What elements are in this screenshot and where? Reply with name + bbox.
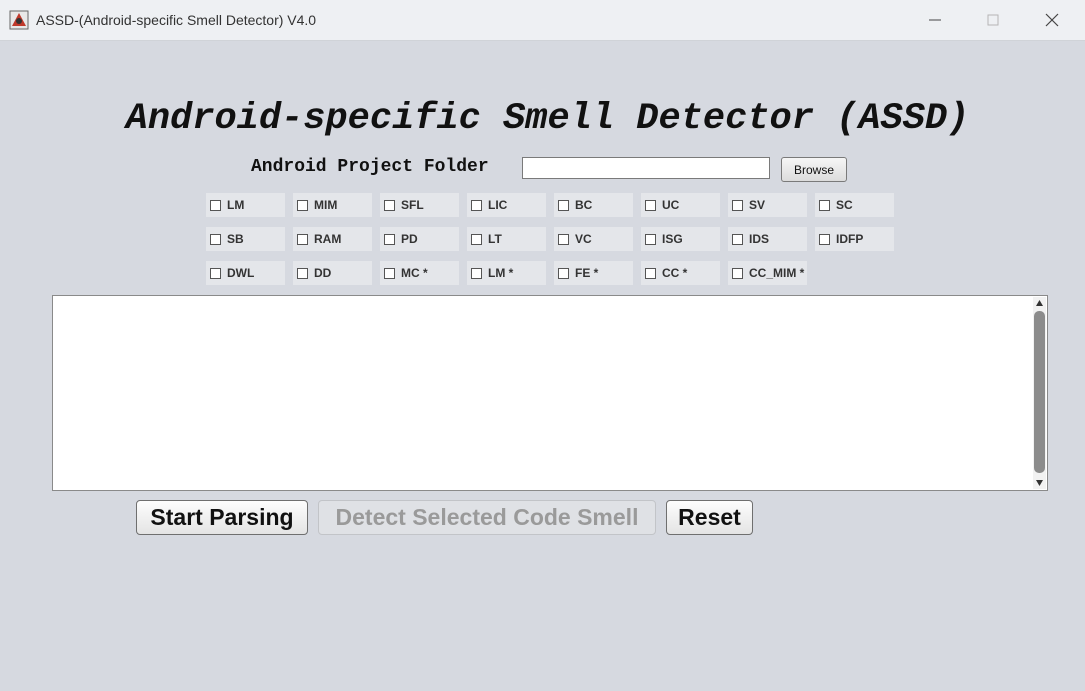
checkbox-label: LIC <box>488 198 508 212</box>
smell-checkbox[interactable]: RAM <box>293 227 372 251</box>
checkbox-box[interactable] <box>471 233 482 245</box>
checkbox-box[interactable] <box>819 233 830 245</box>
smell-checkbox[interactable]: DWL <box>206 261 285 285</box>
scroll-up-icon[interactable] <box>1035 299 1044 307</box>
checkbox-label: FE * <box>575 266 599 280</box>
checkbox-label: SC <box>836 198 853 212</box>
minimize-icon[interactable] <box>923 8 947 32</box>
project-folder-input[interactable] <box>522 157 770 179</box>
checkbox-label: CC_MIM * <box>749 266 805 280</box>
smell-checkbox[interactable]: BC <box>554 193 633 217</box>
checkbox-box[interactable] <box>819 199 830 211</box>
smell-checkbox[interactable]: IDFP <box>815 227 894 251</box>
smell-checkbox[interactable]: SB <box>206 227 285 251</box>
checkbox-box[interactable] <box>732 267 743 279</box>
checkbox-label: SFL <box>401 198 424 212</box>
smell-checkbox[interactable]: ISG <box>641 227 720 251</box>
checkbox-label: MC * <box>401 266 428 280</box>
smell-checkbox[interactable]: LIC <box>467 193 546 217</box>
checkbox-box[interactable] <box>384 267 395 279</box>
vertical-scrollbar[interactable] <box>1033 297 1046 489</box>
smell-checkbox[interactable]: VC <box>554 227 633 251</box>
title-bar: ASSD-(Android-specific Smell Detector) V… <box>0 0 1085 41</box>
android-app-icon <box>9 10 29 30</box>
checkbox-label: DWL <box>227 266 255 280</box>
checkbox-label: DD <box>314 266 332 280</box>
checkbox-box[interactable] <box>471 199 482 211</box>
reset-button[interactable]: Reset <box>666 500 753 535</box>
checkbox-label: IDS <box>749 232 770 246</box>
checkbox-box[interactable] <box>297 199 308 211</box>
checkbox-box[interactable] <box>732 199 743 211</box>
checkbox-box[interactable] <box>558 199 569 211</box>
smell-checkbox[interactable]: SV <box>728 193 807 217</box>
scroll-down-icon[interactable] <box>1035 479 1044 487</box>
smell-checkbox[interactable]: LT <box>467 227 546 251</box>
checkbox-box[interactable] <box>384 199 395 211</box>
smell-checkbox[interactable]: LM * <box>467 261 546 285</box>
smell-checkbox[interactable]: CC_MIM * <box>728 261 807 285</box>
smell-checkbox[interactable]: FE * <box>554 261 633 285</box>
smell-checkbox[interactable]: MIM <box>293 193 372 217</box>
output-text-area[interactable] <box>52 295 1048 491</box>
maximize-icon[interactable] <box>981 8 1005 32</box>
smell-checkbox[interactable]: SC <box>815 193 894 217</box>
project-folder-label: Android Project Folder <box>251 157 489 177</box>
browse-button[interactable]: Browse <box>781 157 847 182</box>
checkbox-label: LM * <box>488 266 514 280</box>
checkbox-box[interactable] <box>210 267 221 279</box>
start-parsing-button[interactable]: Start Parsing <box>136 500 308 535</box>
window-title: ASSD-(Android-specific Smell Detector) V… <box>36 12 317 28</box>
checkbox-label: VC <box>575 232 592 246</box>
checkbox-label: UC <box>662 198 680 212</box>
smell-checkbox[interactable]: PD <box>380 227 459 251</box>
smell-checkbox[interactable]: LM <box>206 193 285 217</box>
close-icon[interactable] <box>1040 8 1064 32</box>
checkbox-label: ISG <box>662 232 683 246</box>
scrollbar-thumb[interactable] <box>1034 311 1045 473</box>
smell-checkbox[interactable]: UC <box>641 193 720 217</box>
checkbox-label: SB <box>227 232 244 246</box>
checkbox-box[interactable] <box>297 267 308 279</box>
smell-checkbox[interactable]: DD <box>293 261 372 285</box>
checkbox-label: MIM <box>314 198 338 212</box>
checkbox-box[interactable] <box>384 233 395 245</box>
page-title: Android-specific Smell Detector (ASSD) <box>125 98 970 140</box>
checkbox-box[interactable] <box>732 233 743 245</box>
smell-checkbox[interactable]: IDS <box>728 227 807 251</box>
checkbox-box[interactable] <box>558 233 569 245</box>
checkbox-box[interactable] <box>471 267 482 279</box>
smell-checkbox[interactable]: MC * <box>380 261 459 285</box>
checkbox-box[interactable] <box>558 267 569 279</box>
checkbox-box[interactable] <box>210 199 221 211</box>
checkbox-box[interactable] <box>645 233 656 245</box>
smell-checkbox[interactable]: CC * <box>641 261 720 285</box>
checkbox-label: LM <box>227 198 245 212</box>
checkbox-label: PD <box>401 232 418 246</box>
checkbox-label: IDFP <box>836 232 864 246</box>
checkbox-label: RAM <box>314 232 342 246</box>
checkbox-box[interactable] <box>645 267 656 279</box>
detect-smell-button[interactable]: Detect Selected Code Smell <box>318 500 656 535</box>
checkbox-label: SV <box>749 198 766 212</box>
checkbox-label: LT <box>488 232 502 246</box>
checkbox-box[interactable] <box>210 233 221 245</box>
checkbox-label: CC * <box>662 266 688 280</box>
checkbox-box[interactable] <box>645 199 656 211</box>
checkbox-box[interactable] <box>297 233 308 245</box>
checkbox-label: BC <box>575 198 593 212</box>
smell-checkbox[interactable]: SFL <box>380 193 459 217</box>
